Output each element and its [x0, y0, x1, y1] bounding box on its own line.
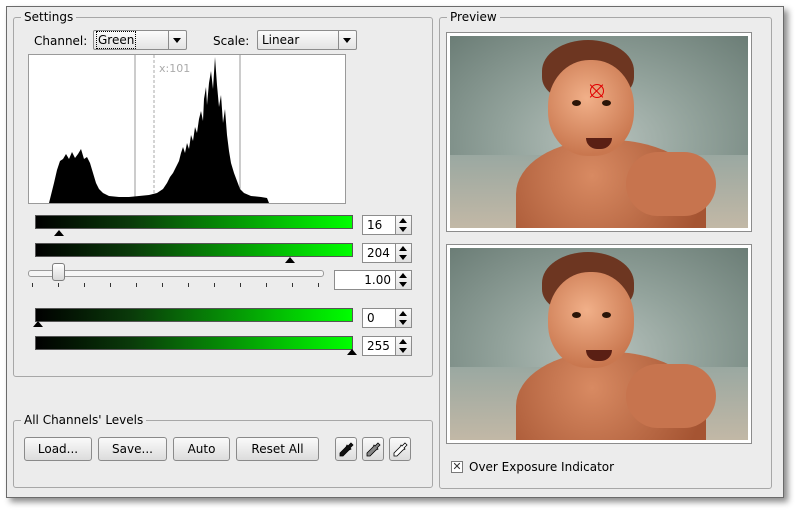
checkbox-check-icon: ✕ [452, 460, 462, 473]
input-low-spinbutton[interactable]: 16 [362, 215, 412, 235]
gamma-slider-track[interactable] [28, 270, 324, 277]
preview-original[interactable] [446, 32, 752, 232]
output-high-spinbutton[interactable]: 255 [362, 336, 412, 356]
gamma-spinbutton[interactable]: 1.00 [334, 270, 412, 290]
gamma-slider-tick [136, 283, 137, 287]
gamma-slider-tick [240, 283, 241, 287]
output-high-value: 255 [367, 339, 390, 353]
output-low-spinbutton[interactable]: 0 [362, 308, 412, 328]
spin-up-icon [399, 339, 407, 344]
gamma-slider-tick [110, 283, 111, 287]
preview-title: Preview [447, 10, 500, 24]
gamma-value: 1.00 [364, 273, 391, 287]
eyedropper-black-icon [339, 442, 354, 457]
load-button[interactable]: Load... [24, 437, 92, 461]
overexposure-checkbox[interactable]: ✕ [451, 461, 463, 473]
channel-select-value: Green [95, 31, 137, 49]
all-channels-title: All Channels' Levels [21, 413, 147, 427]
overexposure-marker-icon [590, 84, 604, 98]
overexposure-label[interactable]: Over Exposure Indicator [469, 460, 614, 474]
spin-down-icon [399, 282, 407, 287]
save-button[interactable]: Save... [98, 437, 167, 461]
scale-select[interactable]: Linear [257, 30, 357, 50]
input-low-handle[interactable] [54, 230, 64, 236]
gamma-slider-tick [58, 283, 59, 287]
spin-down-icon [399, 227, 407, 232]
preview-result[interactable] [446, 244, 752, 444]
channel-label: Channel: [34, 34, 88, 48]
eyedropper-white-icon [393, 442, 408, 457]
spin-up-icon [399, 246, 407, 251]
channel-select[interactable]: Green [93, 30, 187, 50]
auto-button[interactable]: Auto [173, 437, 230, 461]
spin-down-icon [399, 348, 407, 353]
eyedropper-gray-icon [366, 442, 381, 457]
input-high-gradient[interactable] [35, 243, 353, 257]
input-high-handle[interactable] [285, 257, 295, 263]
gamma-slider-tick [292, 283, 293, 287]
gamma-slider-tick [266, 283, 267, 287]
input-levels-gradient[interactable] [35, 215, 353, 229]
pick-black-point-button[interactable] [335, 437, 357, 461]
scale-label: Scale: [213, 34, 250, 48]
gamma-slider-tick [188, 283, 189, 287]
load-button-label: Load... [37, 442, 79, 456]
spin-buttons[interactable] [395, 244, 411, 262]
histogram-bars [49, 57, 269, 203]
input-low-value: 16 [367, 218, 383, 232]
spin-buttons[interactable] [395, 216, 411, 234]
settings-title: Settings [21, 10, 77, 24]
gamma-slider-handle[interactable] [52, 263, 65, 281]
output-low-gradient[interactable] [35, 308, 353, 322]
histogram-plot [49, 55, 269, 203]
chevron-down-icon [338, 31, 356, 49]
gamma-slider-tick [84, 283, 85, 287]
auto-button-label: Auto [187, 442, 216, 456]
spin-down-icon [399, 320, 407, 325]
reset-all-button-label: Reset All [251, 442, 304, 456]
gamma-slider-tick [318, 283, 319, 287]
spin-down-icon [399, 255, 407, 260]
pick-gray-point-button[interactable] [362, 437, 384, 461]
output-high-handle[interactable] [347, 349, 357, 355]
histogram[interactable]: x:101 [28, 54, 346, 204]
input-high-spinbutton[interactable]: 204 [362, 243, 412, 263]
gamma-slider-tick [32, 283, 33, 287]
pick-white-point-button[interactable] [389, 437, 411, 461]
scale-select-value: Linear [262, 33, 300, 47]
preview-result-image [450, 248, 748, 440]
spin-buttons[interactable] [395, 271, 411, 289]
input-high-value: 204 [367, 246, 390, 260]
spin-up-icon [399, 311, 407, 316]
spin-up-icon [399, 273, 407, 278]
output-high-gradient[interactable] [35, 336, 353, 350]
gamma-slider-tick [162, 283, 163, 287]
preview-original-image [450, 36, 748, 228]
spin-buttons[interactable] [395, 337, 411, 355]
gamma-slider-tick [214, 283, 215, 287]
chevron-down-icon [168, 31, 186, 49]
spin-buttons[interactable] [395, 309, 411, 327]
reset-all-button[interactable]: Reset All [236, 437, 319, 461]
save-button-label: Save... [112, 442, 153, 456]
output-low-handle[interactable] [33, 321, 43, 327]
histogram-cursor-label: x:101 [159, 62, 191, 75]
spin-up-icon [399, 218, 407, 223]
output-low-value: 0 [367, 311, 375, 325]
